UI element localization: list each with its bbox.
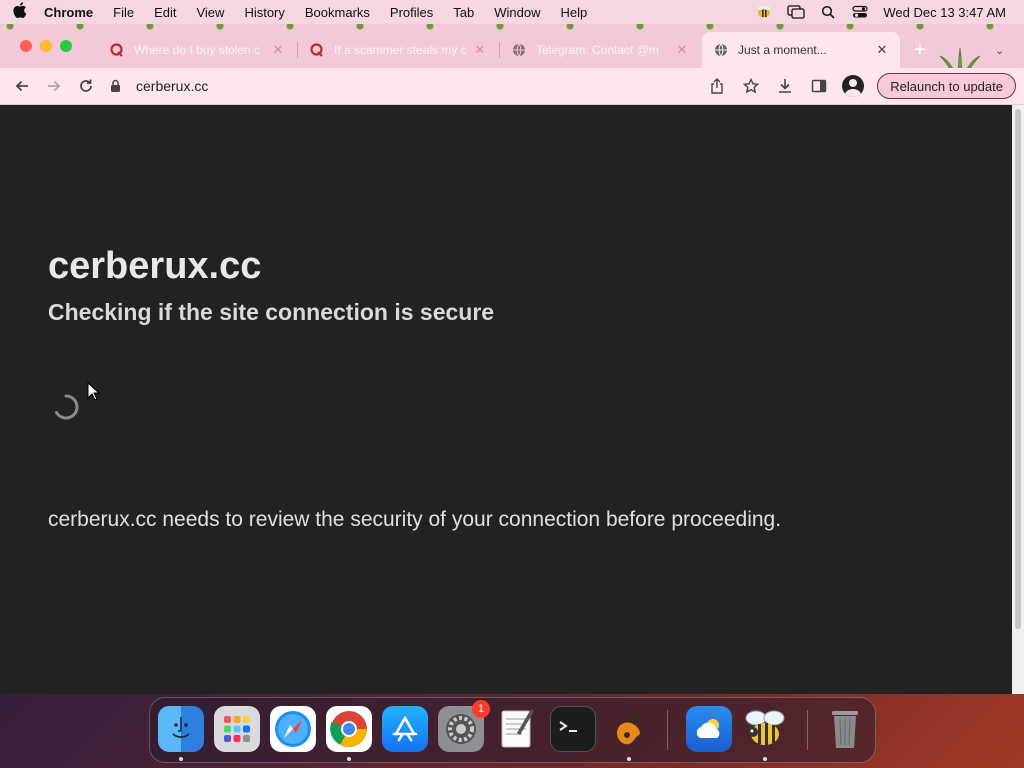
menu-window[interactable]: Window: [484, 5, 550, 20]
lock-icon[interactable]: [110, 79, 126, 93]
tab-close-icon[interactable]: ✕: [874, 42, 890, 58]
security-review-message: cerberux.cc needs to review the security…: [48, 508, 782, 531]
running-indicator: [179, 757, 183, 761]
apple-menu-icon[interactable]: [0, 2, 40, 22]
tab-active[interactable]: Just a moment... ✕: [702, 32, 900, 68]
menu-profiles[interactable]: Profiles: [380, 5, 443, 20]
relaunch-to-update-button[interactable]: Relaunch to update: [877, 73, 1016, 99]
mouse-cursor-icon: [87, 382, 101, 401]
page-title: cerberux.cc: [48, 245, 262, 287]
tab-title: Just a moment...: [738, 43, 827, 57]
download-icon: [779, 79, 792, 93]
textedit-icon[interactable]: [494, 706, 540, 752]
terminal-icon[interactable]: [550, 706, 596, 752]
menu-app-name[interactable]: Chrome: [40, 5, 103, 20]
menu-view[interactable]: View: [186, 5, 234, 20]
control-center-icon[interactable]: [851, 5, 869, 19]
screen-mirroring-icon[interactable]: [787, 5, 806, 19]
dock: 1: [149, 697, 876, 763]
tab-strip: Where do I buy stolen c ✕ If a scammer s…: [0, 24, 1024, 68]
reload-icon: [80, 79, 92, 92]
system-preferences-icon[interactable]: 1: [438, 700, 490, 752]
star-icon: [743, 78, 760, 94]
share-button[interactable]: [701, 70, 733, 102]
tab-telegram[interactable]: Telegram: Contact @m ✕: [500, 32, 700, 68]
menu-edit[interactable]: Edit: [144, 5, 186, 20]
garageband-icon[interactable]: [606, 706, 652, 752]
menu-bar: Chrome File Edit View History Bookmarks …: [0, 0, 1024, 24]
forward-button[interactable]: [38, 70, 70, 102]
window-close-button[interactable]: [20, 40, 32, 52]
chrome-icon[interactable]: [326, 706, 372, 752]
tab-search-chevron-icon[interactable]: ⌄: [995, 44, 1004, 57]
window-maximize-button[interactable]: [60, 40, 72, 52]
share-icon: [711, 78, 723, 94]
downloads-button[interactable]: [769, 70, 801, 102]
cannabis-leaf-theme-icon: [939, 48, 981, 68]
notification-badge: 1: [472, 700, 490, 718]
avatar: [842, 75, 865, 97]
tab-close-icon[interactable]: ✕: [472, 42, 488, 58]
running-indicator: [347, 757, 351, 761]
tab-close-icon[interactable]: ✕: [674, 42, 690, 58]
tab-title: If a scammer steals my c: [334, 43, 466, 57]
weather-icon[interactable]: [686, 706, 732, 752]
reload-button[interactable]: [70, 70, 102, 102]
running-indicator: [763, 757, 767, 761]
scrollbar-thumb[interactable]: [1015, 109, 1021, 629]
menubar-clock[interactable]: Wed Dec 13 3:47 AM: [883, 5, 1006, 20]
loading-spinner-icon: [55, 394, 79, 420]
spotlight-search-icon[interactable]: [819, 5, 837, 19]
menu-tab[interactable]: Tab: [443, 5, 484, 20]
window-controls: [20, 40, 72, 52]
browser-toolbar: cerberux.cc Relaunch to update: [0, 68, 1024, 105]
bee-status-icon[interactable]: [755, 5, 773, 19]
trash-icon[interactable]: [822, 706, 868, 752]
finder-icon[interactable]: [158, 706, 204, 752]
page-viewport: cerberux.cc Checking if the site connect…: [0, 105, 1012, 694]
address-bar[interactable]: cerberux.cc: [110, 71, 670, 101]
menu-bookmarks[interactable]: Bookmarks: [295, 5, 380, 20]
menu-file[interactable]: File: [103, 5, 144, 20]
tab-title: Where do I buy stolen c: [134, 43, 261, 57]
side-panel-icon: [811, 79, 827, 93]
quora-icon: [310, 43, 324, 57]
profile-button[interactable]: [837, 70, 869, 102]
menu-history[interactable]: History: [234, 5, 294, 20]
window-minimize-button[interactable]: [40, 40, 52, 52]
dock-separator: [667, 710, 668, 750]
safari-icon[interactable]: [270, 706, 316, 752]
back-arrow-icon: [15, 80, 28, 92]
forward-arrow-icon: [48, 80, 61, 92]
app-store-icon[interactable]: [382, 706, 428, 752]
side-panel-button[interactable]: [803, 70, 835, 102]
dock-separator: [807, 710, 808, 750]
tab-title: Telegram: Contact @m: [536, 43, 659, 57]
running-indicator: [627, 757, 631, 761]
bee-app-icon[interactable]: [742, 706, 788, 752]
menu-help[interactable]: Help: [551, 5, 598, 20]
bookmark-button[interactable]: [735, 70, 767, 102]
back-button[interactable]: [6, 70, 38, 102]
page-scrollbar[interactable]: [1012, 105, 1024, 694]
globe-icon: [512, 43, 526, 57]
tab-quora-1[interactable]: Where do I buy stolen c ✕: [98, 32, 296, 68]
globe-icon: [714, 43, 728, 57]
tab-quora-2[interactable]: If a scammer steals my c ✕: [298, 32, 498, 68]
quora-icon: [110, 43, 124, 57]
launchpad-icon[interactable]: [214, 706, 260, 752]
page-subtitle: Checking if the site connection is secur…: [48, 299, 495, 325]
new-tab-button[interactable]: +: [914, 40, 926, 60]
tab-close-icon[interactable]: ✕: [270, 42, 286, 58]
url-text[interactable]: cerberux.cc: [136, 78, 208, 94]
